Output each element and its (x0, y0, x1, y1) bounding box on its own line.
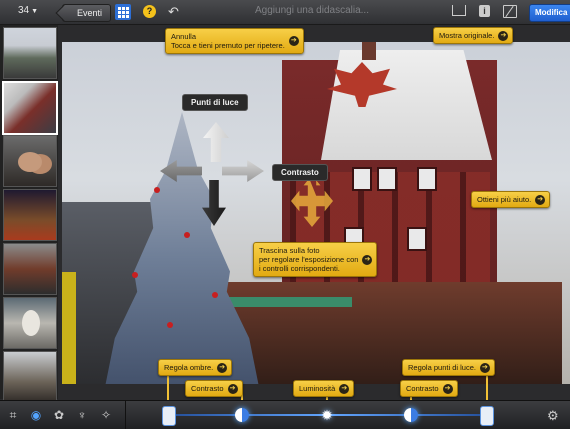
back-button[interactable]: Eventi (62, 4, 112, 22)
arrow-circle-icon: ➔ (217, 362, 228, 373)
exposure-icon[interactable]: ◉ (29, 408, 43, 422)
info-icon[interactable]: i (479, 5, 490, 17)
photo-count: 34 (18, 5, 30, 16)
arrow-circle-icon: ➔ (479, 362, 490, 373)
tip-undo-text: Tocca e tieni premuto per ripetere. (171, 41, 285, 50)
tip-drag-photo[interactable]: Trascina sulla foto per regolare l'espos… (253, 242, 378, 277)
highlights-handle[interactable] (480, 406, 494, 426)
arrow-circle-icon: ➔ (535, 194, 546, 205)
ornament (167, 322, 173, 328)
tip-adjust-shadows[interactable]: Regola ombre. ➔ (158, 359, 233, 376)
tip-drag-line3: i controlli corrispondenti. (259, 264, 340, 273)
tip-more-help-text: Ottieni più aiuto. (477, 195, 532, 204)
arrow-circle-icon: ➔ (227, 383, 238, 394)
grid-view-icon[interactable] (115, 4, 131, 20)
arrow-circle-icon: ➔ (288, 36, 299, 46)
ornament (212, 292, 218, 298)
tip-contrast-left[interactable]: Contrasto ➔ (185, 380, 243, 397)
photo-chimney (362, 42, 376, 60)
arrow-circle-icon: ➔ (339, 383, 350, 394)
highlights-tag: Punti di luce (182, 94, 248, 111)
help-icon[interactable]: ? (143, 5, 156, 18)
contrast-left-handle[interactable] (235, 408, 249, 422)
tip-contrast-right[interactable]: Contrasto ➔ (400, 380, 458, 397)
brightness-sun-icon[interactable]: ✹ (319, 407, 335, 423)
contrast-right-handle[interactable] (404, 408, 418, 422)
photo-yellow-post (62, 272, 76, 384)
tip-adjust-highlights[interactable]: Regola punti di luce. ➔ (402, 359, 495, 376)
photo-canvas[interactable]: Punti di luce Contrasto (62, 42, 570, 384)
undo-icon[interactable]: ↶ (168, 4, 179, 20)
photo-window (377, 167, 397, 191)
thumbnail[interactable] (3, 297, 57, 349)
arrow-right-icon (222, 160, 264, 182)
tip-undo[interactable]: Annulla Tocca e tieni premuto per ripete… (165, 28, 304, 54)
ornament (132, 272, 138, 278)
caption-field[interactable]: Aggiungi una didascalia... (255, 5, 369, 16)
tip-adjust-shadows-text: Regola ombre. (164, 363, 214, 372)
photo-window (352, 167, 372, 191)
color-palette-icon[interactable]: ✿ (52, 408, 66, 422)
tip-brightness[interactable]: Luminosità ➔ (293, 380, 355, 397)
tip-contrast-right-text: Contrasto (406, 384, 439, 393)
thumbnail-selected[interactable] (2, 81, 58, 135)
tip-adjust-highlights-text: Regola punti di luce. (408, 363, 476, 372)
thumbnail[interactable] (3, 27, 57, 79)
tip-show-original-text: Mostra originale. (439, 31, 495, 40)
tip-brightness-text: Luminosità (299, 384, 336, 393)
tip-show-original[interactable]: Mostra originale. ➔ (433, 27, 514, 44)
crop-icon[interactable]: ⌗ (6, 408, 20, 422)
contrast-tag: Contrasto (272, 164, 328, 181)
arrow-circle-icon: ➔ (442, 383, 453, 394)
arrow-circle-icon: ➔ (362, 254, 373, 265)
thumbnail-strip (0, 25, 58, 403)
tip-drag-line2: per regolare l'esposizione con (259, 255, 359, 264)
photo-count-button[interactable]: 34 ▼ (18, 5, 38, 16)
show-original-icon[interactable] (503, 5, 517, 18)
photo-window (417, 167, 437, 191)
bottom-toolbar: ⌗ ◉ ✿ ♆ ✧ ✹ ⚙ (0, 400, 570, 429)
thumbnail[interactable] (3, 135, 57, 187)
brushes-icon[interactable]: ♆ (75, 408, 89, 422)
tip-drag-line1: Trascina sulla foto (259, 246, 320, 255)
shadows-handle[interactable] (162, 406, 176, 426)
top-toolbar: 34 ▼ Eventi ? ↶ Aggiungi una didascalia..… (0, 0, 570, 25)
tip-more-help[interactable]: Ottieni più aiuto. ➔ (471, 191, 551, 208)
photo-window (407, 227, 427, 251)
arrow-circle-icon: ➔ (498, 30, 509, 41)
thumbnail[interactable] (3, 243, 57, 295)
edit-button[interactable]: Modifica (529, 4, 570, 22)
arrow-up-icon (203, 122, 229, 162)
thumbnail[interactable] (3, 189, 57, 241)
gear-icon[interactable]: ⚙ (547, 408, 559, 424)
ornament (184, 232, 190, 238)
divider (125, 401, 126, 429)
share-icon[interactable] (452, 5, 466, 16)
tip-undo-title: Annulla (171, 32, 197, 41)
tip-contrast-left-text: Contrasto (191, 384, 224, 393)
thumbnail[interactable] (3, 351, 57, 403)
caret-down-icon: ▼ (31, 8, 39, 15)
effects-icon[interactable]: ✧ (99, 408, 113, 422)
ornament (154, 187, 160, 193)
